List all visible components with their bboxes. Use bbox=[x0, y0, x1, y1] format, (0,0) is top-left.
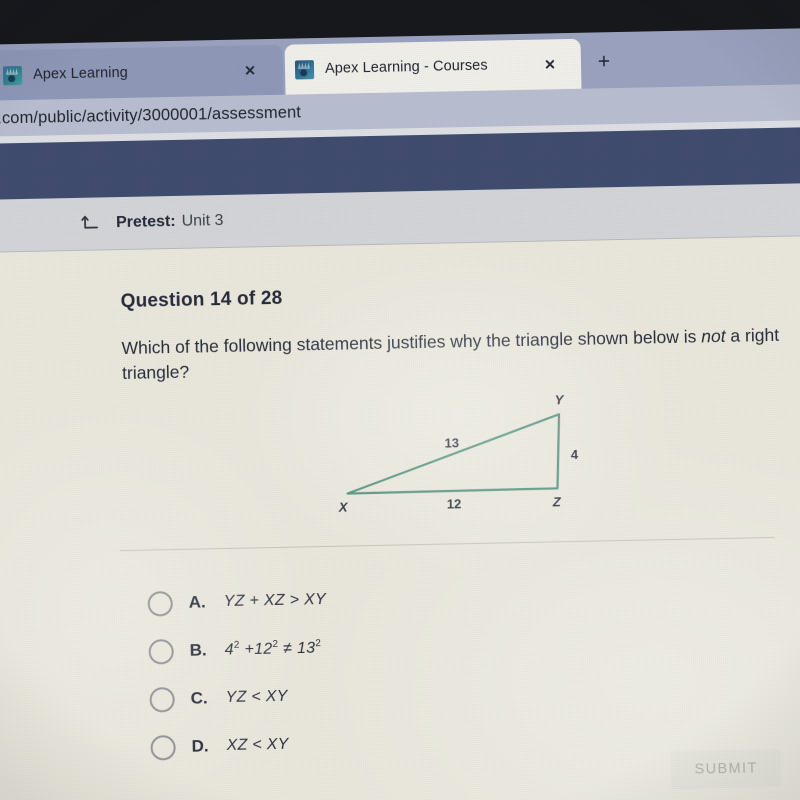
question-prompt: Which of the following statements justif… bbox=[121, 323, 782, 386]
apex-favicon-icon bbox=[2, 65, 23, 85]
browser-tab-1[interactable]: Apex Learning ✕ bbox=[0, 44, 284, 101]
back-arrow-icon[interactable] bbox=[80, 213, 100, 233]
answer-option-d-text: XZ < XY bbox=[226, 735, 289, 755]
browser-window: Apex Learning ✕ Apex Learning - Courses … bbox=[0, 27, 800, 800]
triangle-side-label-xy: 13 bbox=[444, 435, 460, 451]
browser-tab-1-close-icon[interactable]: ✕ bbox=[239, 59, 261, 81]
triangle-vertex-label-y: Y bbox=[554, 392, 564, 408]
content-divider bbox=[119, 536, 775, 552]
answer-option-b-text: 42 +122 ≠ 132 bbox=[224, 638, 322, 659]
triangle-side-label-xz: 12 bbox=[446, 496, 462, 512]
triangle-svg bbox=[346, 413, 561, 495]
answer-option-a-letter: A. bbox=[188, 592, 206, 612]
triangle-side-label-yz: 4 bbox=[570, 446, 579, 463]
triangle-vertex-label-z: Z bbox=[552, 494, 561, 510]
question-prompt-emphasis: not bbox=[701, 325, 726, 347]
radio-button-d[interactable] bbox=[150, 734, 176, 761]
answer-option-d-letter: D. bbox=[191, 736, 209, 756]
submit-button[interactable]: SUBMIT bbox=[670, 748, 782, 790]
new-tab-button[interactable]: + bbox=[591, 50, 618, 77]
photo-of-screen: Apex Learning ✕ Apex Learning - Courses … bbox=[0, 0, 800, 800]
radio-button-c[interactable] bbox=[149, 686, 175, 713]
question-counter: Question 14 of 28 bbox=[120, 287, 283, 313]
triangle-vertex-label-x: X bbox=[338, 499, 348, 515]
triangle-outline bbox=[346, 413, 561, 495]
answer-option-b-letter: B. bbox=[189, 640, 207, 660]
radio-button-a[interactable] bbox=[147, 590, 173, 617]
answer-option-c-text: YZ < XY bbox=[225, 687, 288, 707]
question-content-area: Question 14 of 28 Which of the following… bbox=[0, 235, 800, 800]
browser-tab-2[interactable]: Apex Learning - Courses ✕ bbox=[284, 38, 582, 95]
answer-options-list: A. YZ + XZ > XY B. 42 +122 ≠ 132 C. YZ <… bbox=[147, 568, 711, 771]
radio-button-b[interactable] bbox=[148, 638, 174, 665]
answer-option-a-text: YZ + XZ > XY bbox=[223, 590, 327, 611]
apex-favicon-icon bbox=[294, 59, 315, 79]
answer-option-c-letter: C. bbox=[190, 688, 208, 708]
browser-tab-2-title: Apex Learning - Courses bbox=[324, 57, 488, 77]
assessment-type-label: Pretest: bbox=[115, 212, 176, 232]
browser-tab-2-close-icon[interactable]: ✕ bbox=[539, 53, 561, 75]
address-bar-url: g.com/public/activity/3000001/assessment bbox=[0, 102, 302, 128]
question-prompt-part1: Which of the following statements justif… bbox=[121, 326, 702, 359]
triangle-figure: X Y Z 13 4 12 bbox=[312, 388, 615, 524]
browser-tab-1-title: Apex Learning bbox=[32, 64, 129, 83]
answer-option-d[interactable]: D. XZ < XY bbox=[150, 712, 711, 771]
assessment-unit-label: Unit 3 bbox=[181, 211, 224, 230]
